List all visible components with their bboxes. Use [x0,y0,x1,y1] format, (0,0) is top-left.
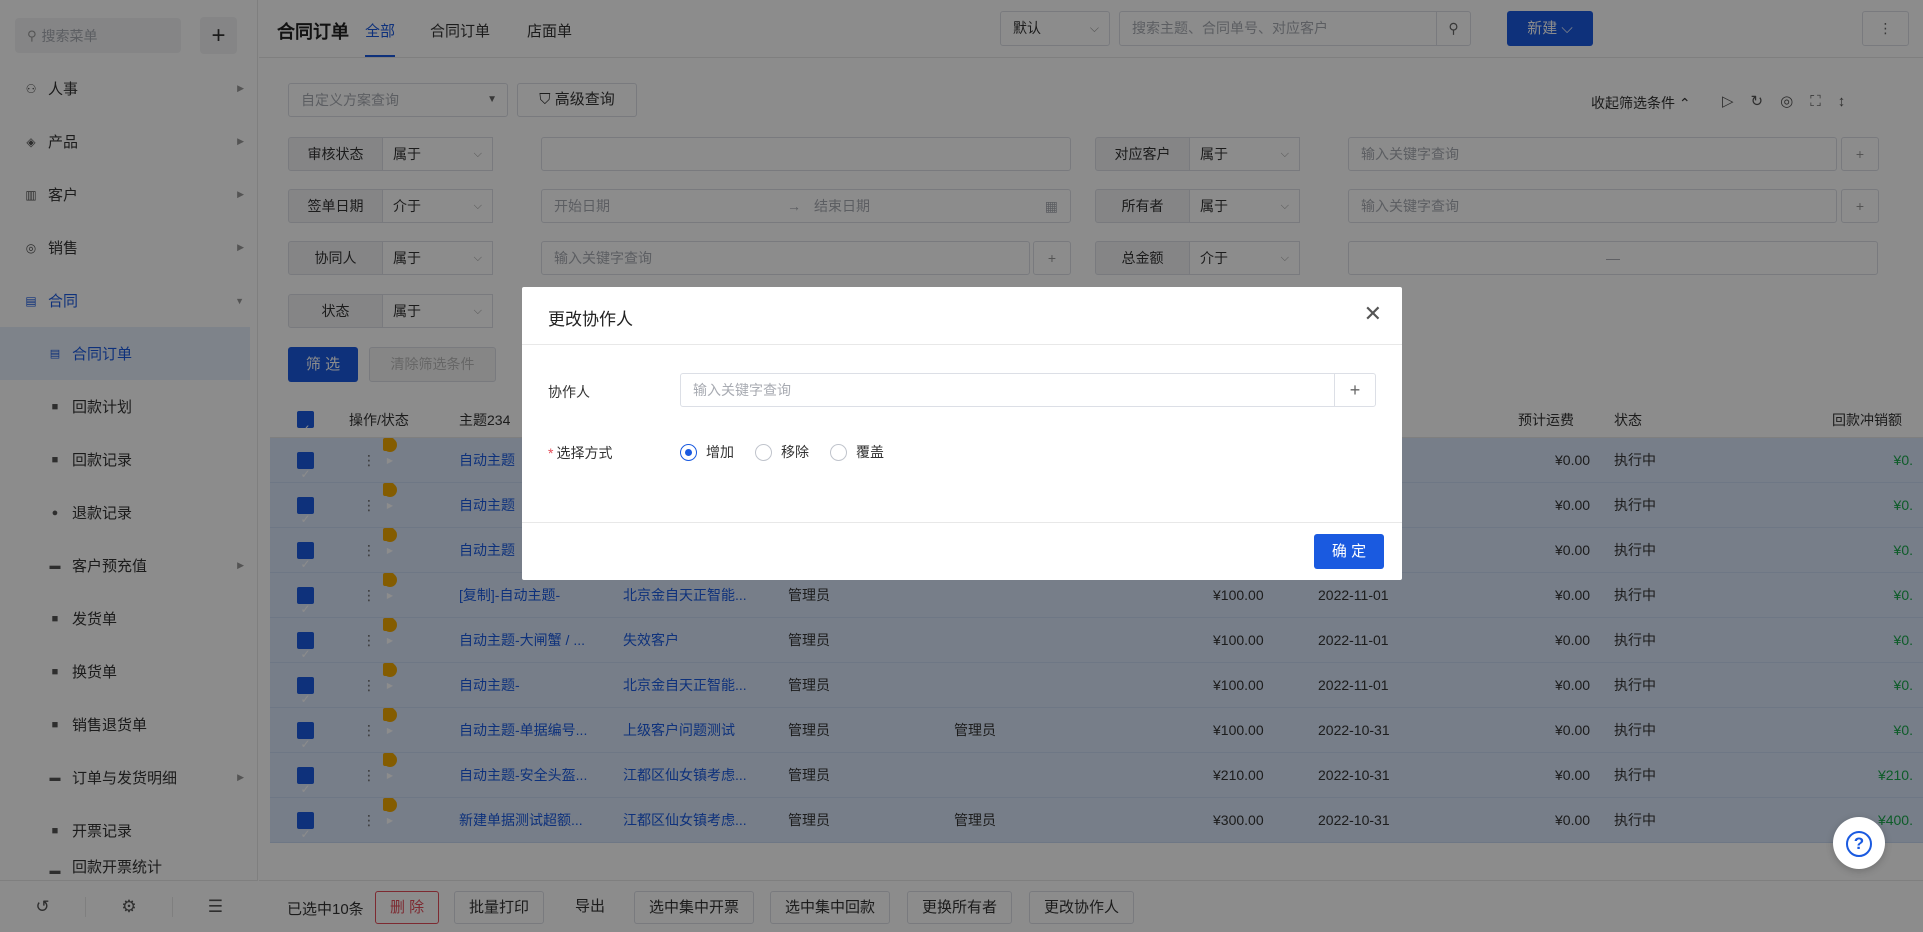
confirm-button[interactable]: 确 定 [1314,534,1384,569]
method-label: * 选择方式 [548,443,612,463]
radio-dot [680,443,697,461]
dialog-footer: 确 定 [522,522,1402,580]
radio-dot [755,443,772,461]
collaborator-input[interactable]: 输入关键字查询 [680,373,1335,407]
close-icon[interactable]: ✕ [1364,301,1382,327]
collaborator-label: 协作人 [548,384,590,400]
radio-label: 覆盖 [856,444,884,460]
radio-dot [830,443,847,461]
required-mark: * [548,445,554,461]
radio-label: 移除 [781,444,809,460]
radio-label: 增加 [706,444,734,460]
help-button[interactable]: ? [1833,817,1885,869]
radio-add[interactable]: 增加 [680,442,734,462]
dialog-header: 更改协作人 ✕ [522,287,1402,345]
dialog-title: 更改协作人 [548,310,633,329]
radio-overwrite[interactable]: 覆盖 [830,442,884,462]
radio-remove[interactable]: 移除 [755,442,809,462]
help-icon: ? [1846,831,1872,858]
change-collaborator-dialog: 更改协作人 ✕ 协作人 输入关键字查询 + * 选择方式 增加 移除 覆盖 确 定 [522,287,1402,580]
add-collaborator-icon[interactable]: + [1334,373,1376,407]
method-label-text: 选择方式 [556,445,613,461]
